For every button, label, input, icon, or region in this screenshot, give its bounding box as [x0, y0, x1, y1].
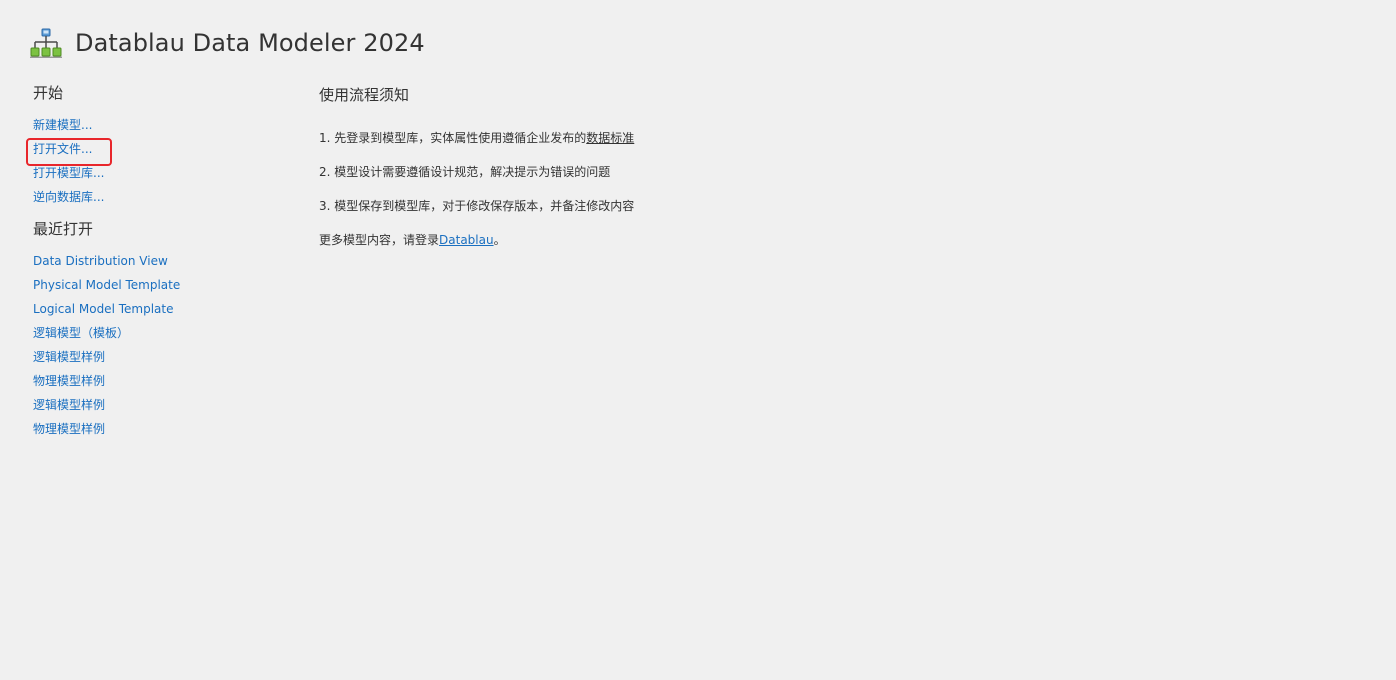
app-title: Datablau Data Modeler 2024 — [75, 29, 425, 57]
recent-item[interactable]: Physical Model Template — [33, 273, 283, 297]
start-links: 新建模型... 打开文件... 打开模型库... 逆向数据库... — [26, 113, 283, 209]
new-model-link[interactable]: 新建模型... — [33, 113, 283, 137]
data-standard-link[interactable]: 数据标准 — [586, 131, 634, 145]
open-model-library-link[interactable]: 打开模型库... — [33, 161, 283, 185]
recent-item[interactable]: 逻辑模型（模板） — [33, 321, 283, 345]
guide-title: 使用流程须知 — [319, 86, 410, 104]
app-header: Datablau Data Modeler 2024 — [30, 26, 425, 60]
start-section-title: 开始 — [33, 84, 64, 102]
guide-steps: 1. 先登录到模型库，实体属性使用遵循企业发布的数据标准 2. 模型设计需要遵循… — [319, 121, 1019, 257]
guide-step-1: 1. 先登录到模型库，实体属性使用遵循企业发布的数据标准 — [319, 121, 1019, 155]
left-panel: 开始 新建模型... 打开文件... 打开模型库... 逆向数据库... 最近打… — [26, 82, 283, 441]
guide-more: 更多模型内容，请登录Datablau。 — [319, 223, 1019, 257]
guide-step-3: 3. 模型保存到模型库，对于修改保存版本，并备注修改内容 — [319, 199, 635, 213]
recent-item[interactable]: Logical Model Template — [33, 297, 283, 321]
open-file-link[interactable]: 打开文件... — [33, 137, 283, 161]
guide-step-1-text: 1. 先登录到模型库，实体属性使用遵循企业发布的 — [319, 131, 587, 145]
recent-section-title: 最近打开 — [33, 220, 94, 238]
open-file-wrapper: 打开文件... — [26, 137, 283, 166]
datablau-link[interactable]: Datablau — [439, 233, 494, 247]
recent-item[interactable]: 逻辑模型样例 — [33, 345, 283, 369]
recent-item[interactable]: 物理模型样例 — [33, 417, 283, 441]
guide-step-2: 2. 模型设计需要遵循设计规范，解决提示为错误的问题 — [319, 165, 611, 179]
guide-panel: 使用流程须知 1. 先登录到模型库，实体属性使用遵循企业发布的数据标准 2. 模… — [319, 84, 1019, 257]
guide-more-text: 更多模型内容，请登录 — [319, 233, 440, 247]
network-hierarchy-icon — [30, 28, 62, 58]
recent-item[interactable]: 逻辑模型样例 — [33, 393, 283, 417]
recent-list: Data Distribution View Physical Model Te… — [33, 249, 283, 441]
reverse-database-link[interactable]: 逆向数据库... — [33, 185, 283, 209]
guide-more-suffix: 。 — [493, 233, 506, 247]
recent-item[interactable]: 物理模型样例 — [33, 369, 283, 393]
recent-item[interactable]: Data Distribution View — [33, 249, 283, 273]
